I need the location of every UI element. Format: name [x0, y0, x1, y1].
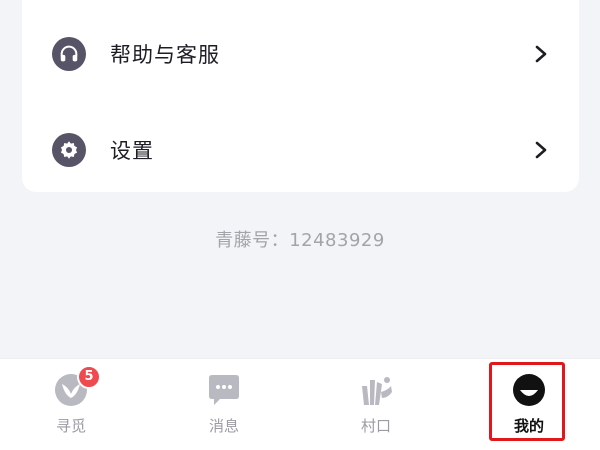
profile-face-icon: [513, 374, 545, 406]
chat-bubble-icon: [209, 375, 239, 405]
tab-village[interactable]: 村口: [326, 359, 426, 450]
help-support-item[interactable]: 帮助与客服: [22, 14, 579, 94]
bottom-tab-bar: 5 寻觅 消息 村口 我的: [0, 358, 600, 450]
settings-label: 设置: [110, 139, 154, 163]
profile-page: 帮助与客服 设置 青藤号：12483929 5 寻觅 消息 村口 我的: [0, 0, 600, 450]
tab-profile-label: 我的: [513, 417, 544, 435]
chevron-right-icon: [535, 141, 547, 159]
chevron-right-icon: [535, 45, 547, 63]
gear-icon: [52, 133, 86, 167]
tab-village-label: 村口: [360, 417, 391, 435]
menu-card: 帮助与客服 设置: [22, 0, 579, 192]
tab-explore[interactable]: 5 寻觅: [21, 359, 121, 450]
tab-messages[interactable]: 消息: [174, 359, 274, 450]
help-support-label: 帮助与客服: [110, 43, 220, 67]
tab-profile[interactable]: 我的: [479, 359, 579, 450]
unread-badge: 5: [77, 365, 101, 389]
headset-icon: [52, 37, 86, 71]
account-id-value: 12483929: [289, 230, 385, 251]
account-id: 青藤号：12483929: [0, 226, 600, 252]
tab-explore-label: 寻觅: [55, 417, 86, 435]
settings-item[interactable]: 设置: [22, 110, 579, 190]
account-id-label: 青藤号：: [215, 230, 290, 251]
village-icon: [362, 377, 392, 405]
tab-messages-label: 消息: [208, 417, 239, 435]
